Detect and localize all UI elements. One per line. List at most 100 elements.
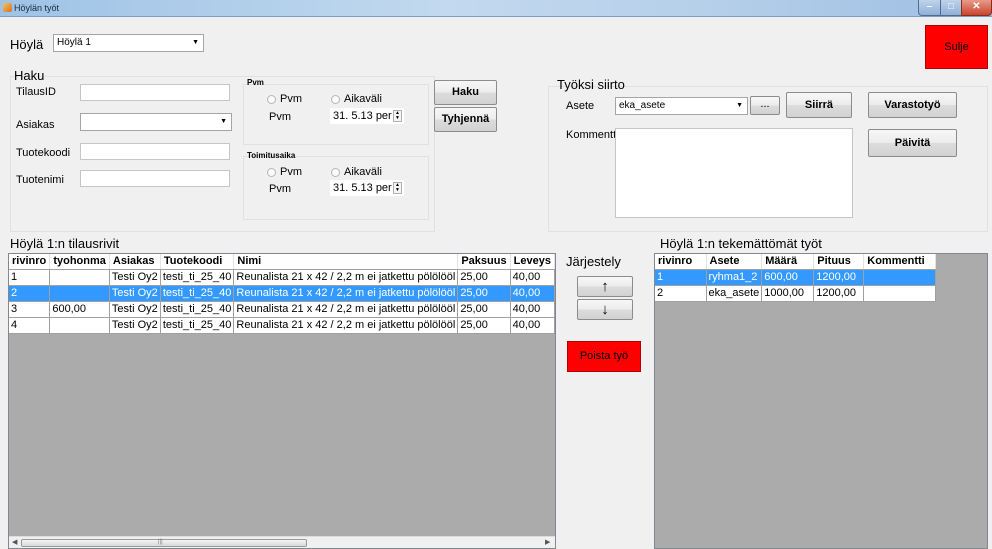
table-row[interactable]: 2 Testi Oy2 testi_ti_25_40 Reunalista 21… <box>9 285 555 302</box>
table-cell: Testi Oy2 <box>109 301 161 318</box>
kommentti-input[interactable] <box>615 128 853 218</box>
pvm-date-value: 31. 5.13 per <box>333 110 392 122</box>
table-cell: Reunalista 21 x 42 / 2,2 m ei jatkettu p… <box>233 301 459 318</box>
move-up-button[interactable]: ↑ <box>577 276 633 297</box>
table-cell: 25,00 <box>457 301 511 318</box>
haku-button[interactable]: Haku <box>434 80 497 105</box>
asete-label: Asete <box>566 100 595 112</box>
pvm-radio-label: Pvm <box>280 93 302 105</box>
column-header[interactable]: rivinro <box>655 254 707 270</box>
minimize-button[interactable]: – <box>918 0 941 16</box>
scroll-right-icon[interactable]: ▶ <box>545 537 550 548</box>
pvm-date-picker[interactable]: 31. 5.13 per ▲ ▼ <box>330 108 404 124</box>
table-cell: 40,00 <box>510 269 555 286</box>
spin-icon[interactable]: ▲ ▼ <box>393 110 402 122</box>
asiakas-select[interactable]: ▼ <box>80 113 232 131</box>
table-cell: 2 <box>9 285 51 302</box>
table-cell: Reunalista 21 x 42 / 2,2 m ei jatkettu p… <box>233 285 459 302</box>
table-cell: testi_ti_25_40 <box>160 269 235 286</box>
pvm-date-label: Pvm <box>269 111 291 123</box>
asiakas-label: Asiakas <box>16 119 55 131</box>
tekemattomat-grid[interactable]: rivinro Asete Määrä Pituus Kommentti 1 r… <box>654 253 988 549</box>
tilausrivit-grid[interactable]: rivinro tyohonma Asiakas Tuotekoodi Nimi… <box>8 253 556 549</box>
hoyla-select-value: Höylä 1 <box>57 37 91 48</box>
asete-select-value: eka_asete <box>619 100 666 111</box>
maximize-button[interactable]: □ <box>940 0 962 16</box>
toimitus-pvm-radio[interactable] <box>267 168 276 177</box>
table-cell: 40,00 <box>510 285 555 302</box>
table-cell: Reunalista 21 x 42 / 2,2 m ei jatkettu p… <box>233 269 459 286</box>
table-row[interactable]: 2 eka_asete 1000,00 1200,00 <box>655 285 937 302</box>
column-header[interactable]: Paksuus <box>457 254 511 270</box>
tyhjenna-button[interactable]: Tyhjennä <box>434 107 497 132</box>
tekemattomat-title: Höylä 1:n tekemättömät työt <box>660 236 822 251</box>
column-header[interactable]: Kommentti <box>863 254 937 270</box>
tilausid-label: TilausID <box>16 86 56 98</box>
tilausrivit-title: Höylä 1:n tilausrivit <box>10 236 120 251</box>
toimitus-date-label: Pvm <box>269 183 291 195</box>
column-header[interactable]: tyohonma <box>49 254 110 270</box>
pvm-radio[interactable] <box>267 95 276 104</box>
poista-tyo-button[interactable]: Poista työ <box>567 341 641 372</box>
table-cell: 600,00 <box>49 301 110 318</box>
scrollbar-thumb[interactable]: ||| <box>21 539 307 547</box>
hoyla-label: Höylä <box>10 37 44 52</box>
tuotenimi-label: Tuotenimi <box>16 174 64 186</box>
table-cell: testi_ti_25_40 <box>160 301 235 318</box>
scroll-left-icon[interactable]: ◀ <box>12 537 17 548</box>
close-window-button[interactable]: ✕ <box>961 0 992 16</box>
siirra-button[interactable]: Siirrä <box>786 92 852 118</box>
column-header[interactable]: rivinro <box>9 254 51 270</box>
tuotekoodi-input[interactable] <box>80 143 230 160</box>
table-cell <box>49 269 110 286</box>
aikavali-radio[interactable] <box>331 95 340 104</box>
column-header[interactable]: Pituus <box>813 254 865 270</box>
toimitus-aikavali-radio[interactable] <box>331 168 340 177</box>
column-header[interactable]: Nimi <box>233 254 459 270</box>
column-header[interactable]: Asete <box>706 254 763 270</box>
asete-select[interactable]: eka_asete ▼ <box>615 97 748 115</box>
paivita-button[interactable]: Päivitä <box>868 129 957 157</box>
table-row[interactable]: 3 600,00 Testi Oy2 testi_ti_25_40 Reunal… <box>9 301 555 318</box>
table-cell: eka_asete <box>706 285 763 302</box>
pvm-group-title: Pvm <box>247 78 264 87</box>
window-title: Höylän työt <box>14 3 60 13</box>
chevron-down-icon: ▼ <box>192 39 199 46</box>
toimitusaika-group-title: Toimitusaika <box>247 151 296 160</box>
table-row[interactable]: 1 ryhma1_2 600,00 1200,00 <box>655 269 937 286</box>
table-cell: 25,00 <box>457 285 511 302</box>
tuotenimi-input[interactable] <box>80 170 230 187</box>
table-cell: 3 <box>9 301 51 318</box>
toimitus-date-picker[interactable]: 31. 5.13 per ▲ ▼ <box>330 180 404 196</box>
table-cell: 1200,00 <box>813 285 865 302</box>
browse-asete-button[interactable]: ... <box>750 96 780 115</box>
table-cell: testi_ti_25_40 <box>160 317 235 334</box>
sulje-button[interactable]: Sulje <box>925 25 988 69</box>
column-header[interactable]: Määrä <box>761 254 815 270</box>
window-titlebar: Höylän työt – □ ✕ <box>0 0 992 17</box>
spin-icon[interactable]: ▲ ▼ <box>393 182 402 194</box>
table-cell: 2 <box>655 285 707 302</box>
varastotyo-button[interactable]: Varastotyö <box>868 92 957 118</box>
table-cell <box>49 285 110 302</box>
column-header[interactable]: Asiakas <box>109 254 161 270</box>
column-header[interactable]: Leveys <box>510 254 555 270</box>
jarjestely-title: Järjestely <box>566 254 621 269</box>
tekemattomat-table: rivinro Asete Määrä Pituus Kommentti 1 r… <box>655 254 937 302</box>
table-cell: ryhma1_2 <box>706 269 763 286</box>
column-header[interactable]: Tuotekoodi <box>160 254 235 270</box>
table-row[interactable]: 4 Testi Oy2 testi_ti_25_40 Reunalista 21… <box>9 317 555 334</box>
chevron-down-icon: ▼ <box>736 102 743 109</box>
horizontal-scrollbar[interactable]: ◀ ||| ▶ <box>9 536 555 548</box>
table-cell: 40,00 <box>510 301 555 318</box>
tilausrivit-table: rivinro tyohonma Asiakas Tuotekoodi Nimi… <box>9 254 555 334</box>
move-down-button[interactable]: ↓ <box>577 299 633 320</box>
kommentti-label: Kommentti <box>566 129 619 141</box>
hoyla-select[interactable]: Höylä 1 ▼ <box>53 34 204 52</box>
toimitus-pvm-radio-label: Pvm <box>280 166 302 178</box>
tilausid-input[interactable] <box>80 84 230 101</box>
table-cell: Reunalista 21 x 42 / 2,2 m ei jatkettu p… <box>233 317 459 334</box>
table-row[interactable]: 1 Testi Oy2 testi_ti_25_40 Reunalista 21… <box>9 269 555 286</box>
app-icon <box>3 3 12 12</box>
table-cell: Testi Oy2 <box>109 285 161 302</box>
